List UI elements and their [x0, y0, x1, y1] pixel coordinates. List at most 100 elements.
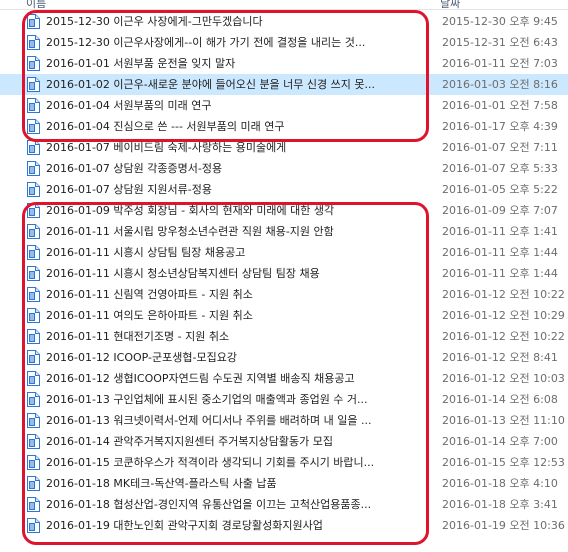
file-date: 2016-01-11 오후 1:41 [442, 225, 558, 238]
file-name: 2016-01-18 협성산업-경인지역 유통산업을 이끄는 고척산업용품종..… [46, 498, 372, 511]
file-name: 2016-01-14 관악주거복지지원센터 주거복지상담활동가 모집 [46, 435, 333, 448]
file-row[interactable]: 2016-01-07 상담원 지원서류-정용 2016-01-05 오후 5:22 [0, 179, 568, 200]
file-date: 2016-01-13 오전 11:10 [442, 414, 565, 427]
file-date: 2016-01-05 오후 5:22 [442, 183, 558, 196]
file-date: 2016-01-19 오전 10:36 [442, 519, 565, 532]
document-icon [27, 455, 40, 470]
file-date: 2016-01-12 오전 10:22 [442, 288, 565, 301]
document-icon [27, 203, 40, 218]
file-row[interactable]: 2016-01-13 구인업체에 표시된 중소기업의 매출액과 종업원 수 거.… [0, 389, 568, 410]
document-icon [27, 392, 40, 407]
document-icon [27, 287, 40, 302]
file-date: 2016-01-03 오전 8:16 [442, 78, 558, 91]
file-name: 2015-12-30 이근우사장에게--이 해가 가기 전에 결정을 내리는 것… [46, 36, 366, 49]
file-date: 2016-01-07 오전 7:11 [442, 141, 558, 154]
file-date: 2016-01-12 오전 10:03 [442, 372, 565, 385]
file-row[interactable]: 2016-01-11 신림역 건영아파트 - 지원 취소 2016-01-12 오… [0, 284, 568, 305]
file-name: 2016-01-12 생협ICOOP자연드림 수도권 지역별 배송직 채용공고 [46, 372, 355, 385]
file-row[interactable]: 2016-01-11 시흥시 청소년상담복지센터 상담팀 팀장 채용 2016-0… [0, 263, 568, 284]
file-name: 2016-01-09 박주성 회장님 - 회사의 현재와 미래에 대한 생각 [46, 204, 335, 217]
file-row[interactable]: 2016-01-04 서원부품의 미래 연구 2016-01-01 오전 7:58 [0, 95, 568, 116]
file-date: 2016-01-11 오전 7:03 [442, 57, 558, 70]
file-name: 2016-01-11 서울시립 망우청소년수련관 직원 채용-지원 안함 [46, 225, 334, 238]
file-row[interactable]: 2016-01-11 여의도 은하아파트 - 지원 취소 2016-01-12 오… [0, 305, 568, 326]
file-name: 2016-01-11 현대전기조명 - 지원 취소 [46, 330, 230, 343]
file-row[interactable]: 2016-01-07 상담원 각종증명서-정용 2016-01-07 오후 5:3… [0, 158, 568, 179]
file-date: 2016-01-11 오후 1:44 [442, 267, 558, 280]
file-date: 2016-01-18 오후 3:41 [442, 498, 558, 511]
file-name: 2016-01-01 서원부품 운전을 잊지 말자 [46, 57, 236, 70]
file-list: 2015-12-30 이근우 사장에게-그만두겠습니다 2015-12-30 오후… [0, 11, 568, 536]
file-name: 2016-01-11 시흥시 청소년상담복지센터 상담팀 팀장 채용 [46, 267, 320, 280]
document-icon [27, 518, 40, 533]
file-name: 2016-01-13 구인업체에 표시된 중소기업의 매출액과 종업원 수 거.… [46, 393, 368, 406]
file-row[interactable]: 2016-01-13 워크넷이력서-언제 어디서나 주위를 배려하며 내 일을 … [0, 410, 568, 431]
document-icon [27, 497, 40, 512]
document-icon [27, 245, 40, 260]
file-row[interactable]: 2016-01-18 협성산업-경인지역 유통산업을 이끄는 고척산업용품종..… [0, 494, 568, 515]
file-date: 2016-01-17 오후 4:39 [442, 120, 558, 133]
file-date: 2016-01-18 오후 4:10 [442, 477, 558, 490]
document-icon [27, 77, 40, 92]
file-row[interactable]: 2016-01-01 서원부품 운전을 잊지 말자 2016-01-11 오전 7… [0, 53, 568, 74]
file-row[interactable]: 2016-01-11 현대전기조명 - 지원 취소 2016-01-12 오전 1… [0, 326, 568, 347]
file-name: 2016-01-04 서원부품의 미래 연구 [46, 99, 212, 112]
file-date: 2016-01-12 오전 10:29 [442, 309, 565, 322]
file-row[interactable]: 2016-01-12 ICOOP-군포생협-모집요강 2016-01-12 오전 … [0, 347, 568, 368]
file-row[interactable]: 2016-01-02 이근우-새로운 분야에 들어오신 분을 너무 신경 쓰지 … [0, 74, 568, 95]
file-date: 2016-01-11 오후 1:44 [442, 246, 558, 259]
file-row[interactable]: 2016-01-07 베이비드림 숙제-사랑하는 용미술에게 2016-01-07… [0, 137, 568, 158]
file-name: 2016-01-04 진심으로 쓴 --- 서원부품의 미래 연구 [46, 120, 285, 133]
file-row[interactable]: 2015-12-30 이근우사장에게--이 해가 가기 전에 결정을 내리는 것… [0, 32, 568, 53]
file-row[interactable]: 2016-01-11 서울시립 망우청소년수련관 직원 채용-지원 안함 2016… [0, 221, 568, 242]
document-icon [27, 224, 40, 239]
file-row[interactable]: 2016-01-12 생협ICOOP자연드림 수도권 지역별 배송직 채용공고 2… [0, 368, 568, 389]
file-date: 2016-01-14 오후 7:00 [442, 435, 558, 448]
file-name: 2016-01-02 이근우-새로운 분야에 들어오신 분을 너무 신경 쓰지 … [46, 78, 375, 91]
file-date: 2016-01-15 오후 12:53 [442, 456, 565, 469]
document-icon [27, 371, 40, 386]
file-name: 2016-01-19 대한노인회 관악구지회 경로당활성화지원사업 [46, 519, 323, 532]
document-icon [27, 266, 40, 281]
column-header-date[interactable]: 날짜 [440, 0, 460, 9]
document-icon [27, 476, 40, 491]
file-date: 2016-01-09 오후 7:07 [442, 204, 558, 217]
file-date: 2015-12-30 오후 9:45 [442, 15, 558, 28]
file-name: 2016-01-13 워크넷이력서-언제 어디서나 주위를 배려하며 내 일을 … [46, 414, 372, 427]
file-date: 2016-01-07 오후 5:33 [442, 162, 558, 175]
file-date: 2016-01-01 오전 7:58 [442, 99, 558, 112]
file-date: 2016-01-14 오전 6:08 [442, 393, 558, 406]
file-name: 2016-01-11 신림역 건영아파트 - 지원 취소 [46, 288, 253, 301]
file-name: 2016-01-15 코쿤하우스가 적격이라 생각되니 기회를 주시기 바랍니.… [46, 456, 375, 469]
document-icon [27, 98, 40, 113]
document-icon [27, 35, 40, 50]
column-header: 이름 날짜 [0, 0, 568, 10]
file-name: 2016-01-11 시흥시 상담팀 팀장 채용공고 [46, 246, 246, 259]
file-row[interactable]: 2016-01-11 시흥시 상담팀 팀장 채용공고 2016-01-11 오후 … [0, 242, 568, 263]
file-row[interactable]: 2016-01-19 대한노인회 관악구지회 경로당활성화지원사업 2016-01… [0, 515, 568, 536]
document-icon [27, 350, 40, 365]
document-icon [27, 140, 40, 155]
document-icon [27, 56, 40, 71]
file-name: 2016-01-18 MK테크-독산역-플라스틱 사출 납품 [46, 477, 277, 490]
file-name: 2016-01-11 여의도 은하아파트 - 지원 취소 [46, 309, 253, 322]
file-row[interactable]: 2016-01-14 관악주거복지지원센터 주거복지상담활동가 모집 2016-0… [0, 431, 568, 452]
file-row[interactable]: 2016-01-04 진심으로 쓴 --- 서원부품의 미래 연구 2016-01… [0, 116, 568, 137]
document-icon [27, 413, 40, 428]
file-row[interactable]: 2016-01-18 MK테크-독산역-플라스틱 사출 납품 2016-01-18… [0, 473, 568, 494]
file-date: 2016-01-12 오전 10:22 [442, 330, 565, 343]
file-row[interactable]: 2016-01-15 코쿤하우스가 적격이라 생각되니 기회를 주시기 바랍니.… [0, 452, 568, 473]
file-row[interactable]: 2016-01-09 박주성 회장님 - 회사의 현재와 미래에 대한 생각 20… [0, 200, 568, 221]
file-date: 2016-01-12 오전 8:41 [442, 351, 558, 364]
file-name: 2015-12-30 이근우 사장에게-그만두겠습니다 [46, 15, 263, 28]
file-name: 2016-01-07 상담원 지원서류-정용 [46, 183, 212, 196]
file-name: 2016-01-07 상담원 각종증명서-정용 [46, 162, 223, 175]
column-header-name[interactable]: 이름 [26, 0, 46, 9]
file-name: 2016-01-07 베이비드림 숙제-사랑하는 용미술에게 [46, 141, 287, 154]
file-row[interactable]: 2015-12-30 이근우 사장에게-그만두겠습니다 2015-12-30 오후… [0, 11, 568, 32]
document-icon [27, 434, 40, 449]
document-icon [27, 14, 40, 29]
file-date: 2015-12-31 오전 6:43 [442, 36, 558, 49]
document-icon [27, 182, 40, 197]
file-name: 2016-01-12 ICOOP-군포생협-모집요강 [46, 351, 237, 364]
